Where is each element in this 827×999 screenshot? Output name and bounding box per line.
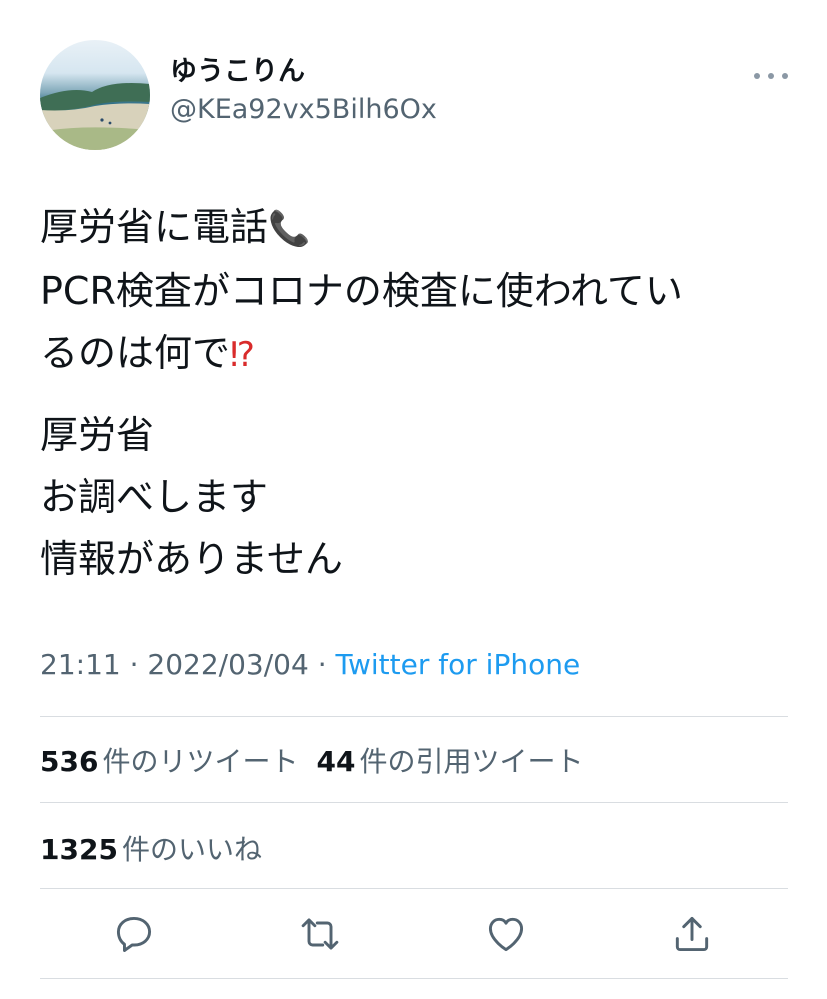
like-stats: 1325 件のいいね [40,828,262,868]
tweet-line: るのは何で⁉ [40,322,800,386]
display-name[interactable]: ゆうこりん [170,54,437,90]
likes-label: 件のいいね [121,833,262,866]
tweet-line-text: 厚労省に電話 [40,205,269,249]
heart-icon[interactable] [484,912,528,956]
quotes-count: 44 [316,745,356,778]
quotes-stat[interactable]: 44 件の引用ツイート [316,745,583,778]
divider [40,802,788,803]
likes-count: 1325 [40,833,118,866]
tweet-line: 厚労省 [40,413,155,457]
tweet-line: お調べします [40,475,269,519]
tweet-line: 情報がありません [40,537,343,581]
user-names: ゆうこりん @KEa92vx5Bilh6Ox [170,54,437,130]
reply-icon[interactable] [112,912,156,956]
tweet-line: 厚労省に電話📞 [40,196,800,260]
tweet-time[interactable]: 21:11 [40,648,121,681]
meta-separator: · [129,648,139,681]
divider [40,888,788,889]
meta-separator: · [317,648,327,681]
quotes-label: 件の引用ツイート [359,745,584,778]
retweet-stats: 536 件のリツイート 44 件の引用ツイート [40,740,583,780]
retweets-count: 536 [40,745,99,778]
tweet-source-link[interactable]: Twitter for iPhone [336,648,581,681]
action-bar [40,912,788,962]
retweets-label: 件のリツイート [102,745,299,778]
tweet-header: ゆうこりん @KEa92vx5Bilh6Ox [40,40,788,152]
divider [40,978,788,979]
user-handle[interactable]: @KEa92vx5Bilh6Ox [170,90,437,130]
divider [40,716,788,717]
more-icon[interactable] [754,66,788,86]
tweet-line: PCR検査がコロナの検査に使われてい [40,269,683,313]
share-icon[interactable] [670,912,714,956]
avatar-beach-photo [40,83,150,150]
tweet-text: 厚労省に電話📞 PCR検査がコロナの検査に使われてい るのは何で⁉ 厚労省 お調… [40,196,800,590]
avatar[interactable] [40,40,150,150]
tweet-meta: 21:11 · 2022/03/04 · Twitter for iPhone [40,648,580,681]
exclamation-question-icon: ⁉ [230,335,255,375]
phone-icon: 📞 [268,209,311,249]
likes-stat[interactable]: 1325 件のいいね [40,833,262,866]
tweet-date[interactable]: 2022/03/04 [147,648,308,681]
retweet-icon[interactable] [298,912,342,956]
retweets-stat[interactable]: 536 件のリツイート [40,745,298,778]
tweet-line-text: るのは何で [40,331,231,375]
